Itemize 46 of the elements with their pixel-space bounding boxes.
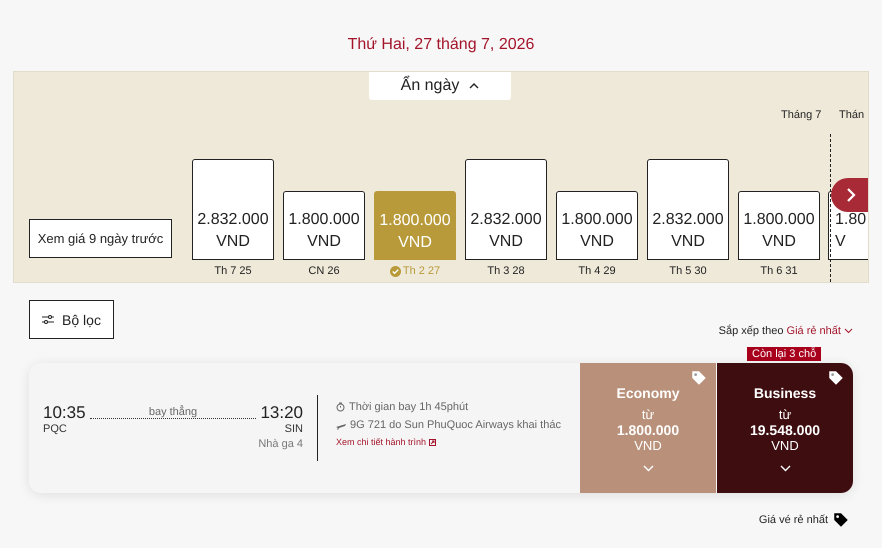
seats-left-badge: Còn lại 3 chỗ xyxy=(747,347,822,361)
day-label: CN 26 xyxy=(308,264,340,278)
tag-icon xyxy=(827,369,845,387)
sort-dropdown[interactable]: Sắp xếp theo Giá rẻ nhất xyxy=(718,325,853,337)
day-label: Th 2 27 xyxy=(390,264,440,278)
stopwatch-icon xyxy=(336,402,345,412)
stops-label: bay thẳng xyxy=(148,406,198,418)
month-label: Tháng 7 xyxy=(781,109,822,121)
chevron-up-icon xyxy=(469,82,480,89)
sliders-icon xyxy=(42,315,54,324)
day-price: V xyxy=(835,232,847,252)
arrival-terminal: Nhà ga 4 xyxy=(258,438,303,450)
day-label: Th 3 28 xyxy=(487,264,525,278)
month-label: Thán xyxy=(839,109,864,121)
previous-days-button[interactable]: Xem giá 9 ngày trước xyxy=(29,219,172,258)
departure-time: 10:35 xyxy=(43,403,86,423)
day-price-card[interactable]: 2.832.000 VND xyxy=(465,159,547,260)
chevron-right-icon xyxy=(846,187,856,203)
arrival-airport: SIN xyxy=(284,423,303,435)
check-circle-icon xyxy=(390,266,401,276)
next-dates-button[interactable] xyxy=(831,178,868,212)
day-label: Th 5 30 xyxy=(669,264,707,278)
day-price-card[interactable]: 2.832.000 VND xyxy=(647,159,729,260)
hide-dates-toggle[interactable]: Ẩn ngày xyxy=(369,72,511,100)
chevron-down-icon xyxy=(642,465,654,472)
selected-date-title: Thứ Hai, 27 tháng 7, 2026 xyxy=(346,36,536,55)
day-price-card[interactable]: 1.800.000 VND xyxy=(556,191,638,260)
day-label: Th 7 25 xyxy=(214,264,252,278)
arrival-time: 13:20 xyxy=(260,403,303,423)
chevron-down-icon xyxy=(780,465,790,472)
day-price-card[interactable]: 1.800.000 VND xyxy=(738,191,820,260)
day-price: 1.80 xyxy=(835,210,868,230)
day-label: Th 6 31 xyxy=(760,264,798,278)
day-price-card[interactable]: 1.800.000 VND xyxy=(283,191,365,260)
day-label: Th 4 29 xyxy=(578,264,616,278)
itinerary-details-link[interactable]: Xem chi tiết hành trình xyxy=(336,437,579,447)
flight-operator: 9G 721 do Sun PhuQuoc Airways khai thác xyxy=(350,419,561,431)
tag-icon xyxy=(690,369,708,387)
chevron-down-icon xyxy=(844,328,853,334)
cheapest-fare-legend: Giá vé rẻ nhất xyxy=(758,514,828,526)
day-price-card[interactable]: 2.832.000 VND xyxy=(192,159,274,260)
flight-duration: Thời gian bay 1h 45phút xyxy=(349,401,468,413)
departure-airport: PQC xyxy=(43,423,67,435)
filter-button[interactable]: Bộ lọc xyxy=(29,300,114,339)
tag-icon xyxy=(832,511,850,529)
external-link-icon xyxy=(429,438,436,446)
